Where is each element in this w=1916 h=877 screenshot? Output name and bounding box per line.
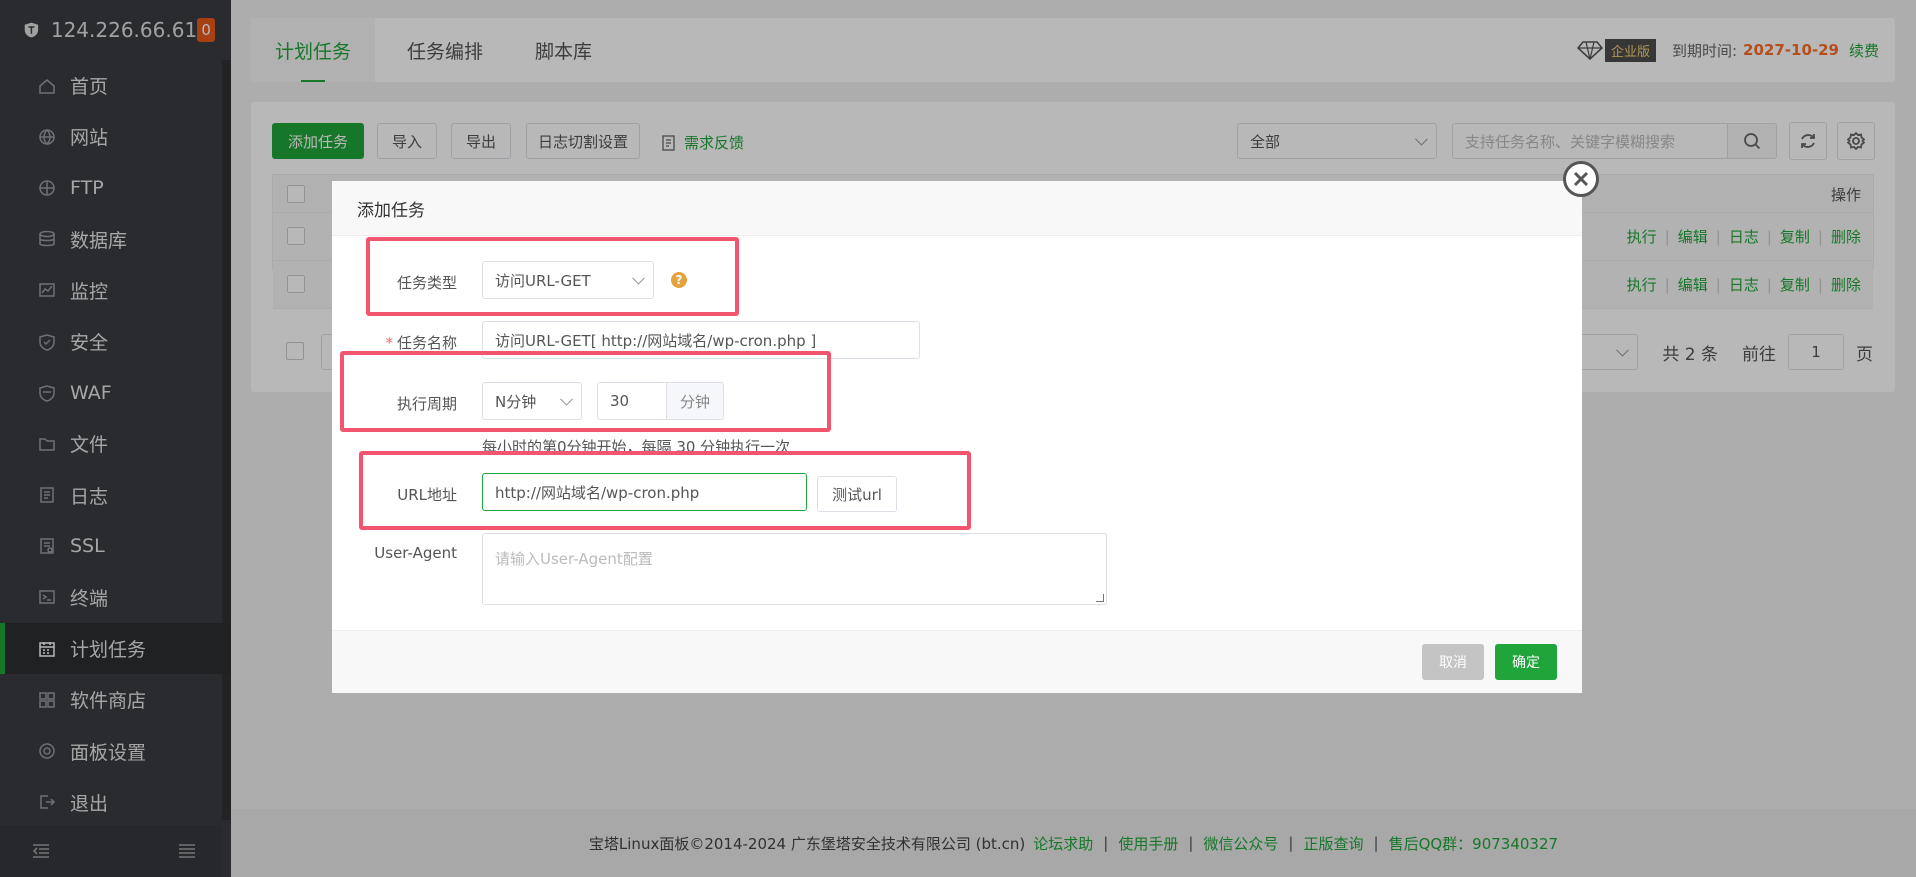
ua-placeholder: 请输入User-Agent配置 (495, 550, 653, 568)
confirm-button[interactable]: 确定 (1495, 644, 1557, 680)
resize-handle-icon[interactable] (1096, 594, 1104, 602)
highlight-box-type (366, 237, 739, 316)
close-icon (1573, 171, 1589, 187)
name-label-text: 任务名称 (396, 334, 457, 352)
highlight-box-period (340, 351, 831, 432)
name-label: * 任务名称 (332, 332, 457, 353)
cancel-button[interactable]: 取消 (1422, 644, 1484, 680)
dialog-footer: 取消 确定 (332, 630, 1582, 693)
highlight-box-url (359, 451, 971, 530)
close-dialog-button[interactable] (1563, 161, 1599, 197)
required-mark: * (385, 334, 393, 352)
dialog-title: 添加任务 (332, 181, 1582, 236)
user-agent-textarea[interactable]: 请输入User-Agent配置 (482, 533, 1107, 605)
ua-label: User-Agent (374, 544, 457, 562)
